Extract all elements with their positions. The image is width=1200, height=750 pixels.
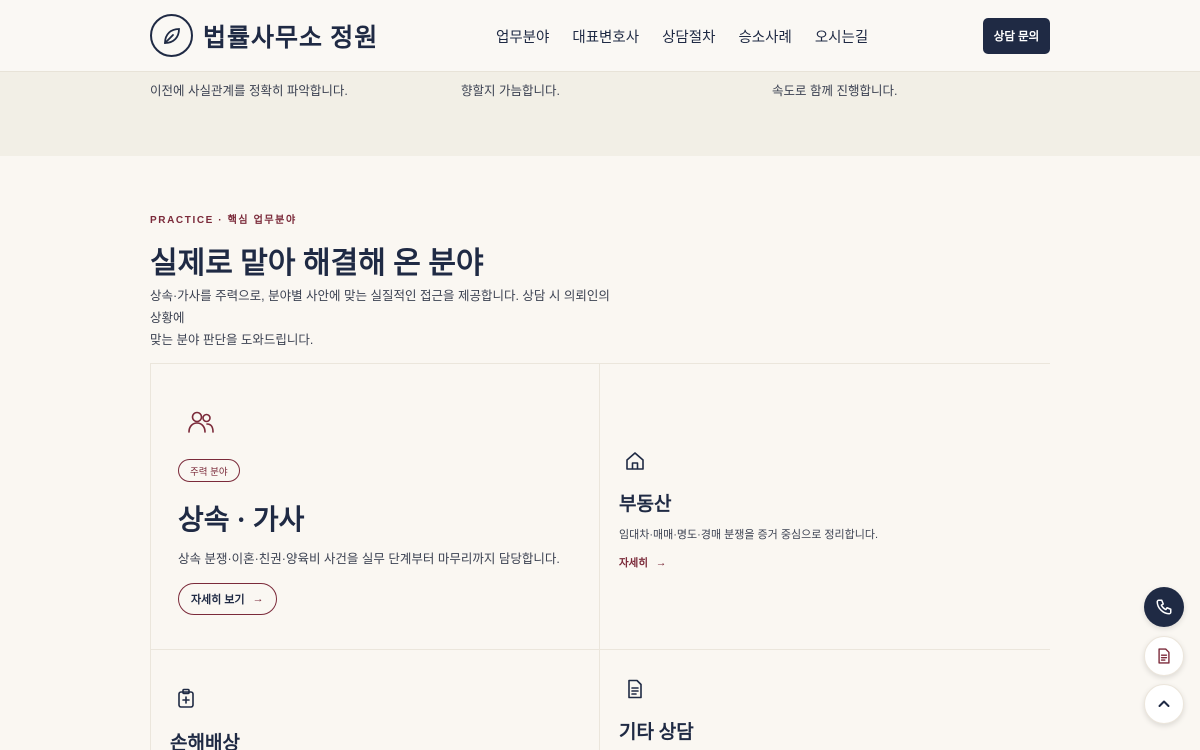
nav-item-lawyer[interactable]: 대표변호사 xyxy=(572,26,639,47)
view-more-link[interactable]: 자세히 → xyxy=(619,555,666,570)
people-icon xyxy=(186,407,216,437)
inquiry-form-button[interactable] xyxy=(1144,636,1184,676)
document-icon xyxy=(1155,647,1173,665)
document-icon xyxy=(624,678,646,700)
arrow-right-icon: → xyxy=(655,557,667,569)
nav-item-cases[interactable]: 승소사례 xyxy=(738,26,791,47)
process-step-line: 이전에 사실관계를 정확히 파악합니다. xyxy=(150,84,348,98)
process-step-line: 속도로 함께 진행합니다. xyxy=(772,84,898,98)
section-eyebrow: PRACTICE · 핵심 업무분야 xyxy=(150,215,297,226)
section-title: 실제로 맡아 해결해 온 분야 xyxy=(150,247,484,280)
practice-card-other[interactable]: 기타 상담 xyxy=(600,650,1050,750)
card-title: 부동산 xyxy=(619,494,672,515)
process-step-line: 향할지 가늠합니다. xyxy=(461,84,560,98)
chevron-up-icon xyxy=(1156,696,1172,712)
view-more-label: 자세히 xyxy=(619,557,648,569)
consult-button[interactable]: 상담 문의 xyxy=(983,18,1050,54)
card-description: 상속 분쟁·이혼·친권·양육비 사건을 실무 단계부터 마무리까지 담당합니다. xyxy=(178,552,560,566)
logo-text[interactable]: 법률사무소 정원 xyxy=(203,18,378,54)
scroll-top-button[interactable] xyxy=(1144,684,1184,724)
medical-clipboard-icon xyxy=(175,687,197,709)
section-desc-line: 맞는 분야 판단을 도와드립니다. xyxy=(150,333,314,347)
nav-item-process[interactable]: 상담절차 xyxy=(662,26,715,47)
nav-item-practice[interactable]: 업무분야 xyxy=(496,26,549,47)
card-description: 임대차·매매·명도·경매 분쟁을 증거 중심으로 정리합니다. xyxy=(619,529,879,541)
nav-item-location[interactable]: 오시는길 xyxy=(815,26,868,47)
house-icon xyxy=(624,450,646,472)
card-title: 기타 상담 xyxy=(619,722,694,743)
view-more-label: 자세히 보기 xyxy=(191,594,245,606)
practice-card-realestate[interactable]: 부동산 임대차·매매·명도·경매 분쟁을 증거 중심으로 정리합니다. 자세히 … xyxy=(600,363,1050,650)
section-desc-line: 상속·가사를 주력으로, 분야별 사안에 맞는 실질적인 접근을 제공합니다. … xyxy=(150,289,610,325)
view-more-button[interactable]: 자세히 보기 → xyxy=(178,583,277,615)
phone-icon xyxy=(1155,598,1173,616)
section-description: 상속·가사를 주력으로, 분야별 사안에 맞는 실질적인 접근을 제공합니다. … xyxy=(150,285,620,351)
practice-card-inheritance[interactable]: 주력 분야 상속 · 가사 상속 분쟁·이혼·친권·양육비 사건을 실무 단계부… xyxy=(150,363,600,650)
arrow-right-icon: → xyxy=(252,593,264,605)
main-nav: 업무분야 대표변호사 상담절차 승소사례 오시는길 xyxy=(496,26,891,47)
card-title: 상속 · 가사 xyxy=(178,505,305,536)
featured-badge: 주력 분야 xyxy=(178,459,240,482)
logo-leaf-icon[interactable] xyxy=(150,14,193,57)
practice-card-damages[interactable]: 손해배상 xyxy=(150,650,600,750)
phone-button[interactable] xyxy=(1144,587,1184,627)
card-title: 손해배상 xyxy=(170,733,240,750)
site-header: 법률사무소 정원 업무분야 대표변호사 상담절차 승소사례 오시는길 상담 문의 xyxy=(0,0,1200,72)
